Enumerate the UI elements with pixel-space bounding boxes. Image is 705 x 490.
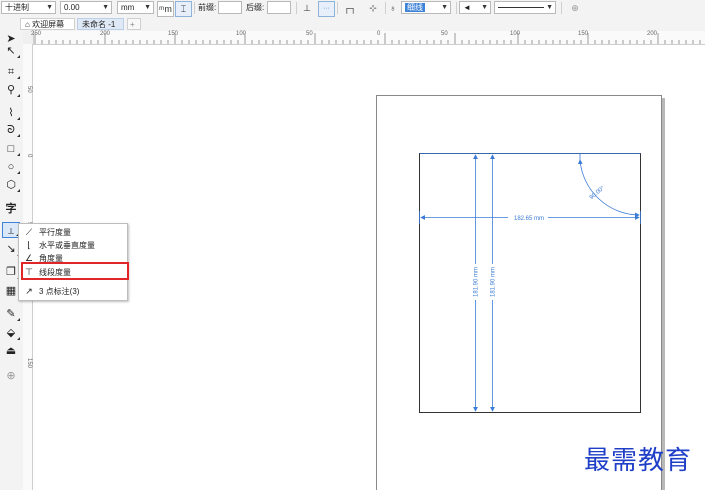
callout-icon: ↗ — [25, 286, 33, 296]
three-point-callout-item[interactable]: ↗ 3 点标注(3) — [19, 284, 127, 299]
annotation-highlight-box — [21, 262, 129, 280]
drawn-rectangle[interactable] — [419, 153, 641, 413]
angle-dimension-text: 90.00° — [589, 185, 607, 201]
horizontal-dimension-text: 182.65 mm — [514, 216, 544, 222]
vertical-dimension-text-1: 181.90 mm — [474, 267, 480, 297]
angle-dimension-arc[interactable] — [577, 159, 640, 218]
watermark-text: 最需教育 — [584, 446, 693, 476]
vertical-dimension-text-2: 181.90 mm — [491, 267, 497, 297]
menu-item-label: 3 点标注(3) — [39, 287, 80, 296]
